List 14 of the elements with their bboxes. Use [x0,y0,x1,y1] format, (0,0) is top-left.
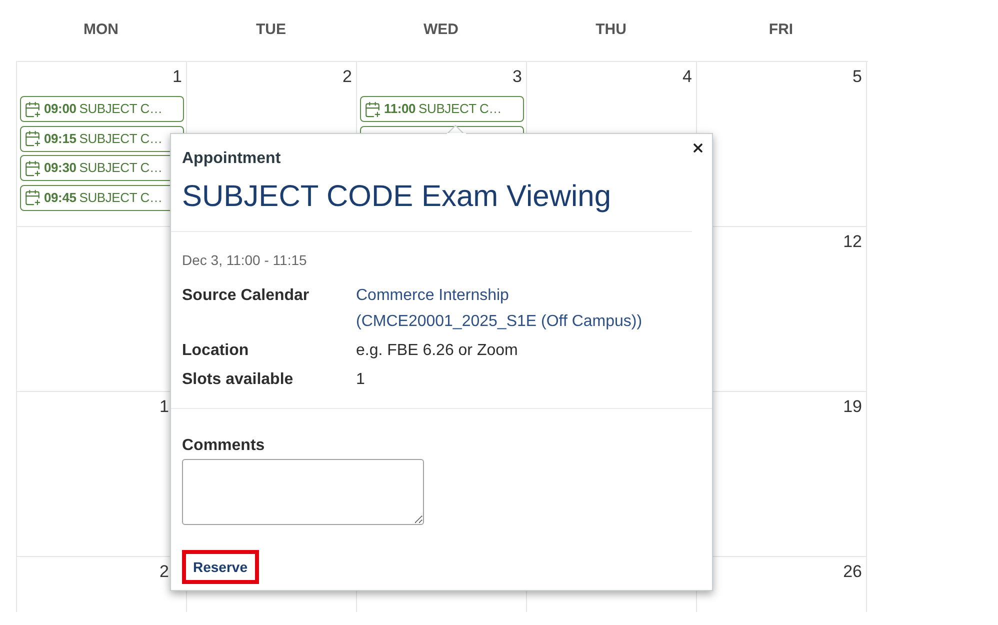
event-title: SUBJECT CODE Exam Viewing [182,179,612,215]
detail-label: Location [182,341,250,361]
weekday-header: TUE [256,20,286,40]
comments-label: Comments [182,436,265,456]
weekday-header: MON [84,20,118,40]
detail-value: 1 [356,370,366,390]
detail-label: Slots available [182,370,294,390]
detail-label: Source Calendar [182,286,310,306]
weekday-header: THU [596,20,626,40]
detail-value: e.g. FBE 6.26 or Zoom [356,341,519,361]
weekday-header: FRI [768,20,794,40]
event-time: Dec 3, 11:00 - 11:15 [182,251,308,270]
weekday-header: WED [424,20,458,40]
popover-heading: Appointment [182,149,282,169]
